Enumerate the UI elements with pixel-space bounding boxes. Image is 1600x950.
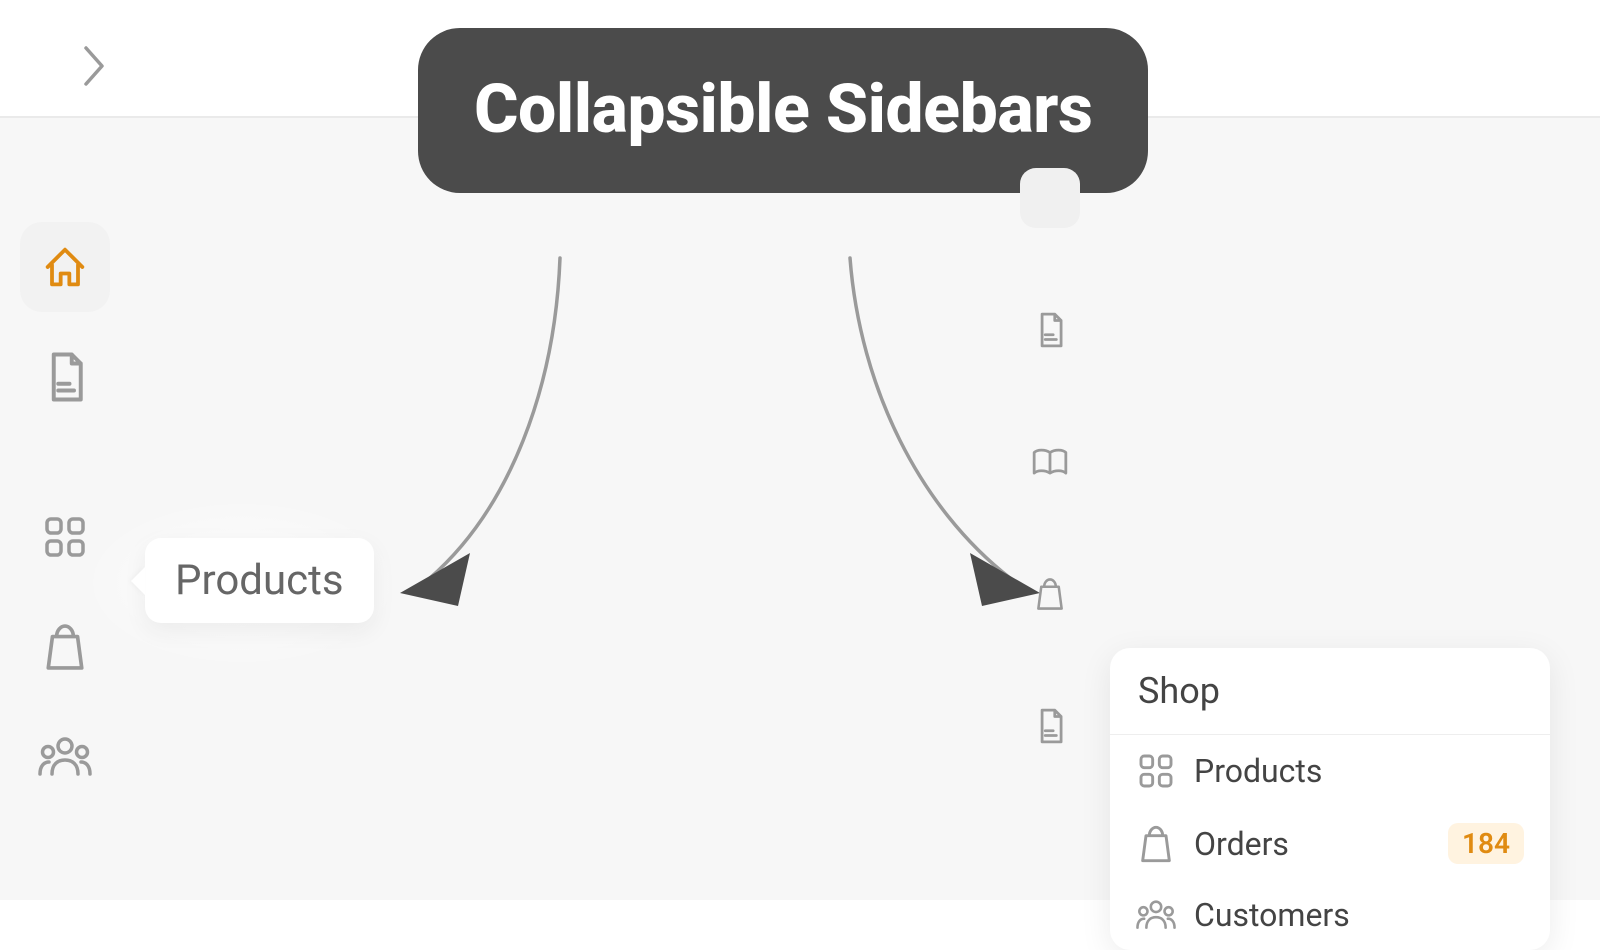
grid-icon (41, 513, 89, 561)
file-icon (1034, 311, 1066, 349)
flyout-item-label: Orders (1194, 825, 1289, 863)
sidebar-item-file[interactable] (1020, 300, 1080, 360)
sidebar-item-home[interactable] (20, 222, 110, 312)
flyout-item-label: Customers (1194, 896, 1350, 934)
sidebar-item-products[interactable] (20, 492, 110, 582)
expand-sidebar-button[interactable] (80, 42, 110, 90)
home-icon (39, 241, 91, 293)
content-area: Collapsible Sidebars (0, 118, 1600, 900)
sidebar-item-notes[interactable] (20, 332, 110, 422)
users-icon (38, 736, 92, 778)
bag-icon (42, 621, 88, 673)
file-icon (42, 350, 88, 404)
arrow-right (820, 248, 1050, 618)
sidebar-item-add[interactable] (1020, 168, 1080, 228)
sidebar-item-file-2[interactable] (1020, 696, 1080, 756)
bag-icon (1034, 576, 1066, 612)
sidebar-item-docs[interactable] (1020, 432, 1080, 492)
grid-icon (1136, 751, 1176, 791)
book-icon (1031, 446, 1069, 478)
collapsed-sidebar-right (1020, 208, 1080, 828)
chevron-right-icon (80, 42, 110, 90)
collapsed-sidebar-left (20, 222, 110, 822)
flyout-item-orders[interactable]: Orders 184 (1110, 807, 1550, 880)
sidebar-flyout: Shop Products Orders 184 (1110, 648, 1550, 950)
sidebar-item-shop[interactable] (1020, 564, 1080, 624)
flyout-item-customers[interactable]: Customers (1110, 880, 1550, 950)
flyout-item-label: Products (1194, 752, 1322, 790)
file-icon (1034, 707, 1066, 745)
sidebar-item-customers[interactable] (20, 712, 110, 802)
orders-badge: 184 (1448, 823, 1524, 864)
sidebar-item-orders[interactable] (20, 602, 110, 692)
flyout-header: Shop (1110, 648, 1550, 735)
arrow-left (390, 248, 590, 618)
sidebar-tooltip: Products (145, 538, 374, 623)
flyout-item-products[interactable]: Products (1110, 735, 1550, 807)
users-icon (1136, 898, 1176, 932)
bag-icon (1136, 824, 1176, 864)
